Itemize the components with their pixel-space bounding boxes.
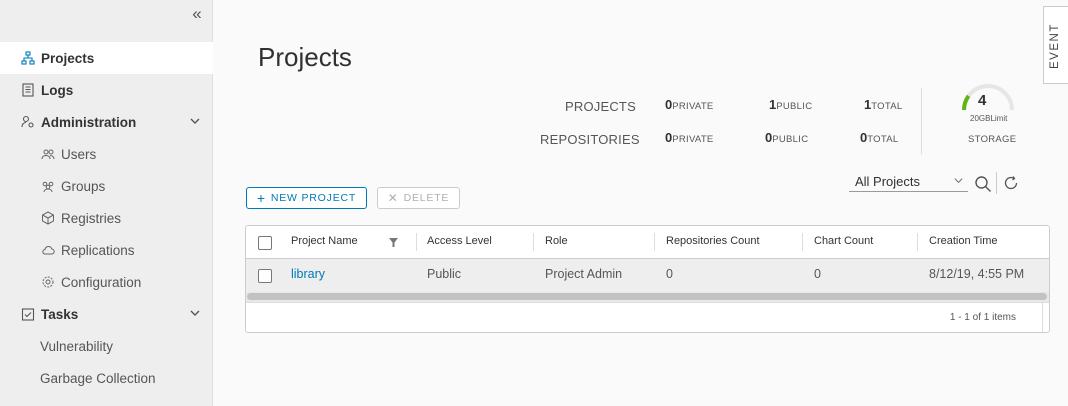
access-level-cell: Public <box>427 267 462 281</box>
sidebar-item-garbage-collection[interactable]: Garbage Collection <box>0 362 213 394</box>
user-settings-icon <box>21 115 35 129</box>
document-icon <box>21 83 35 97</box>
table-row[interactable]: library Public Project Admin 0 0 8/12/19… <box>246 259 1049 292</box>
project-filter-select[interactable]: All Projects <box>849 172 968 192</box>
sidebar-item-projects[interactable]: Projects <box>0 42 213 74</box>
filter-icon[interactable] <box>389 238 398 247</box>
sidebar-item-registries[interactable]: Registries <box>0 202 213 234</box>
refresh-icon[interactable] <box>1003 175 1019 191</box>
toolbar-separator <box>996 172 997 194</box>
row-checkbox[interactable] <box>258 269 272 283</box>
select-all-checkbox[interactable] <box>258 236 272 250</box>
sidebar-item-label: Projects <box>41 50 95 66</box>
tasks-icon <box>21 307 35 321</box>
stats-divider <box>921 88 922 154</box>
cloud-sync-icon <box>41 243 55 257</box>
delete-button[interactable]: ✕ DELETE <box>377 187 460 209</box>
column-header-role[interactable]: Role <box>545 226 568 258</box>
column-separator <box>654 233 655 251</box>
projects-total-stat: 1TOTAL <box>864 97 903 112</box>
project-filter-value: All Projects <box>855 174 921 189</box>
gear-icon <box>41 275 55 289</box>
sidebar-item-label: Users <box>61 146 97 162</box>
new-project-label: NEW PROJECT <box>270 192 357 204</box>
storage-limit: 20GBLimit <box>970 114 1008 123</box>
search-icon[interactable] <box>974 175 992 193</box>
event-tab[interactable]: EVENT <box>1043 6 1068 84</box>
sidebar-item-administration[interactable]: Administration <box>0 106 213 138</box>
sidebar-item-tasks[interactable]: Tasks <box>0 298 213 330</box>
repositories-private-stat: 0PRIVATE <box>665 130 714 145</box>
sidebar-item-label: Administration <box>41 114 137 130</box>
column-header-chart-count[interactable]: Chart Count <box>814 226 873 258</box>
sidebar-item-replications[interactable]: Replications <box>0 234 213 266</box>
scrollbar-thumb[interactable] <box>247 293 1047 300</box>
sidebar-item-groups[interactable]: Groups <box>0 170 213 202</box>
column-separator <box>917 233 918 251</box>
repositories-public-stat: 0PUBLIC <box>765 130 809 145</box>
sidebar-item-label: Replications <box>61 242 135 258</box>
repositories-total-stat: 0TOTAL <box>860 130 899 145</box>
projects-private-stat: 0PRIVATE <box>665 97 714 112</box>
plus-icon: + <box>256 190 266 206</box>
sidebar-item-label: Tasks <box>41 306 79 322</box>
table-footer: 1 - 1 of 1 items <box>246 302 1049 332</box>
sidebar-item-label: Logs <box>41 82 74 98</box>
double-chevron-left-icon[interactable]: « <box>188 4 206 24</box>
sidebar-item-configuration[interactable]: Configuration <box>0 266 213 298</box>
sidebar-item-label: Garbage Collection <box>40 370 156 386</box>
projects-public-stat: 1PUBLIC <box>769 97 813 112</box>
chart-count-cell: 0 <box>814 267 821 281</box>
chevron-down-icon <box>954 178 963 184</box>
cube-icon <box>41 211 55 225</box>
new-project-button[interactable]: + NEW PROJECT <box>246 187 367 209</box>
footer-separator <box>1042 303 1043 332</box>
pagination-text: 1 - 1 of 1 items <box>949 312 1016 323</box>
column-header-project-name[interactable]: Project Name <box>291 226 358 258</box>
sidebar-item-label: Registries <box>61 210 122 226</box>
column-header-repositories-count[interactable]: Repositories Count <box>666 226 760 258</box>
storage-value: 4 <box>978 92 987 109</box>
users-icon <box>41 147 55 161</box>
repositories-stat-label: REPOSITORIES <box>540 132 640 147</box>
delete-label: DELETE <box>403 192 450 204</box>
creation-time-cell: 8/12/19, 4:55 PM <box>929 267 1025 281</box>
event-tab-label: EVENT <box>1049 23 1061 69</box>
sidebar-item-logs[interactable]: Logs <box>0 74 213 106</box>
column-header-access-level[interactable]: Access Level <box>427 226 492 258</box>
storage-label: STORAGE <box>968 134 1017 145</box>
sidebar-item-vulnerability[interactable]: Vulnerability <box>0 330 213 362</box>
table-header: Project Name Access Level Role Repositor… <box>246 226 1049 259</box>
chevron-down-icon[interactable] <box>189 307 201 319</box>
horizontal-scrollbar[interactable] <box>246 292 1049 302</box>
role-cell: Project Admin <box>545 267 623 281</box>
chevron-down-icon[interactable] <box>189 115 201 127</box>
sidebar-item-label: Groups <box>61 178 106 194</box>
close-icon: ✕ <box>387 191 399 205</box>
sidebar-item-users[interactable]: Users <box>0 138 213 170</box>
column-separator <box>802 233 803 251</box>
page-title: Projects <box>258 42 352 72</box>
sidebar-item-label: Configuration <box>61 274 142 290</box>
sidebar-item-label: Vulnerability <box>40 338 114 354</box>
projects-table: Project Name Access Level Role Repositor… <box>245 225 1050 333</box>
sitemap-icon <box>21 51 35 65</box>
groups-icon <box>41 179 55 193</box>
column-separator <box>416 233 417 251</box>
repositories-count-cell: 0 <box>666 267 673 281</box>
column-header-creation-time[interactable]: Creation Time <box>929 226 997 258</box>
storage-gauge <box>961 84 1014 111</box>
sidebar: « Projects Logs Administration Users Gro… <box>0 0 213 406</box>
projects-stat-label: PROJECTS <box>565 99 636 114</box>
column-separator <box>533 233 534 251</box>
project-name-link[interactable]: library <box>291 259 325 292</box>
